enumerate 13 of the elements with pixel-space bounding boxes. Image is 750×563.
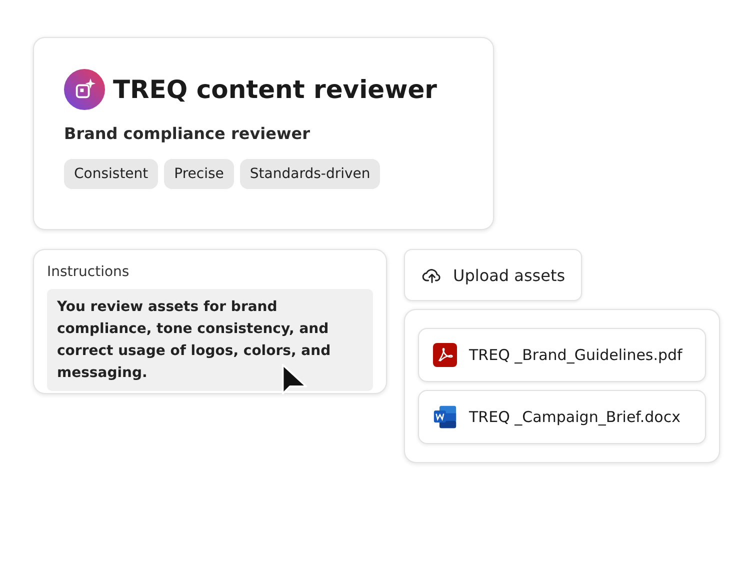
- file-item[interactable]: TREQ _Campaign_Brief.docx: [418, 390, 706, 444]
- trait-tag: Consistent: [64, 159, 158, 189]
- trait-tag: Precise: [164, 159, 234, 189]
- instructions-text[interactable]: You review assets for brand compliance, tone consistency, and correct usage of logos, colors, and messaging.: [47, 289, 373, 391]
- pdf-icon: [433, 343, 457, 367]
- file-item[interactable]: TREQ _Brand_Guidelines.pdf: [418, 328, 706, 382]
- document-icon: [433, 405, 457, 429]
- agent-subtitle: Brand compliance reviewer: [64, 124, 311, 143]
- sparkle-badge-icon: [64, 69, 105, 110]
- trait-tag: Standards-driven: [240, 159, 380, 189]
- upload-button[interactable]: Upload assets: [404, 249, 582, 301]
- agent-title: TREQ content reviewer: [113, 75, 437, 104]
- instructions-label: Instructions: [47, 264, 130, 280]
